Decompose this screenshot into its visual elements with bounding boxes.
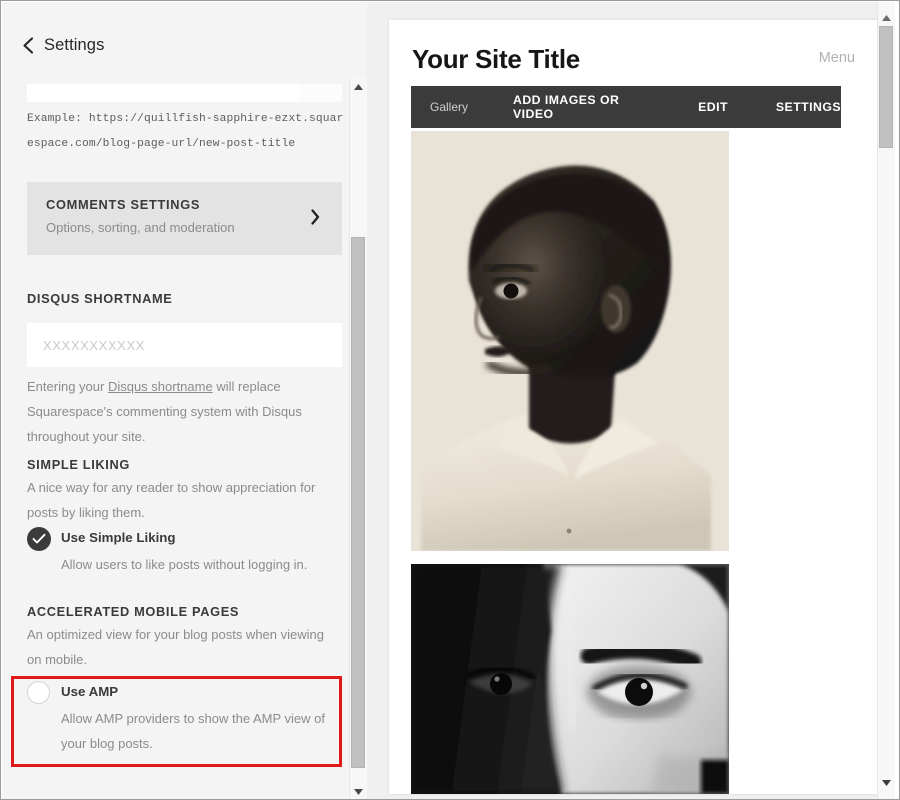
disqus-desc-part1: Entering your xyxy=(27,379,108,394)
application-window: Settings Example: https://quillfish-sapp… xyxy=(0,0,900,800)
site-preview-panel: Your Site Title Menu Gallery ADD IMAGES … xyxy=(367,2,899,799)
settings-panel: Settings Example: https://quillfish-sapp… xyxy=(2,2,368,799)
url-example-text: Example: https://quillfish-sapphire-ezxt… xyxy=(27,113,344,150)
add-images-or-video-button[interactable]: ADD IMAGES OR VIDEO xyxy=(513,93,650,121)
edit-button[interactable]: EDIT xyxy=(698,100,728,114)
simple-liking-description: A nice way for any reader to show apprec… xyxy=(27,480,316,520)
closeup-eyes-photo-bw[interactable] xyxy=(411,564,729,794)
amp-heading: ACCELERATED MOBILE PAGES xyxy=(27,604,240,619)
preview-scrollbar[interactable] xyxy=(877,2,895,799)
use-amp-label: Use AMP xyxy=(61,684,119,699)
settings-scrollbar[interactable] xyxy=(349,78,367,799)
site-title: Your Site Title xyxy=(412,44,580,74)
comments-settings-row[interactable]: COMMENTS SETTINGS Options, sorting, and … xyxy=(27,182,342,255)
use-simple-liking-description: Allow users to like posts without loggin… xyxy=(61,557,308,572)
simple-liking-heading: SIMPLE LIKING xyxy=(27,457,131,472)
scroll-up-arrow-icon[interactable] xyxy=(878,9,895,26)
post-url-input[interactable] xyxy=(27,84,342,102)
scroll-up-arrow-icon[interactable] xyxy=(350,78,367,95)
comments-settings-title: COMMENTS SETTINGS xyxy=(46,197,201,212)
menu-link[interactable]: Menu xyxy=(819,50,855,66)
settings-scroll-area: Example: https://quillfish-sapphire-ezxt… xyxy=(2,78,367,799)
checkmark-icon[interactable] xyxy=(27,527,51,551)
page-title: Settings xyxy=(44,35,105,54)
use-amp-description: Allow AMP providers to show the AMP view… xyxy=(61,711,325,751)
settings-button[interactable]: SETTINGS xyxy=(776,100,841,114)
radio-unchecked-icon[interactable] xyxy=(27,681,50,704)
preview-scrollbar-thumb[interactable] xyxy=(879,26,893,148)
disqus-description: Entering your Disqus shortname will repl… xyxy=(27,374,342,449)
comments-settings-subtitle: Options, sorting, and moderation xyxy=(46,220,235,235)
settings-header: Settings xyxy=(2,24,367,66)
chevron-right-icon xyxy=(311,209,320,225)
disqus-shortname-link[interactable]: Disqus shortname xyxy=(108,379,213,394)
scroll-down-arrow-icon[interactable] xyxy=(350,783,367,799)
portrait-photo-sepia[interactable] xyxy=(411,131,729,551)
scroll-down-arrow-icon[interactable] xyxy=(878,774,895,791)
gallery-label: Gallery xyxy=(430,100,469,114)
disqus-heading: DISQUS SHORTNAME xyxy=(27,291,173,306)
use-simple-liking-label: Use Simple Liking xyxy=(61,530,176,545)
post-url-input-suffix xyxy=(300,84,342,102)
site-preview-frame: Your Site Title Menu Gallery ADD IMAGES … xyxy=(389,20,877,794)
gallery-edit-toolbar: Gallery ADD IMAGES OR VIDEO EDIT SETTING… xyxy=(411,86,841,128)
settings-scrollbar-thumb[interactable] xyxy=(351,237,365,768)
amp-description: An optimized view for your blog posts wh… xyxy=(27,627,324,667)
chevron-left-icon[interactable] xyxy=(22,36,35,54)
disqus-shortname-input[interactable] xyxy=(27,323,342,367)
